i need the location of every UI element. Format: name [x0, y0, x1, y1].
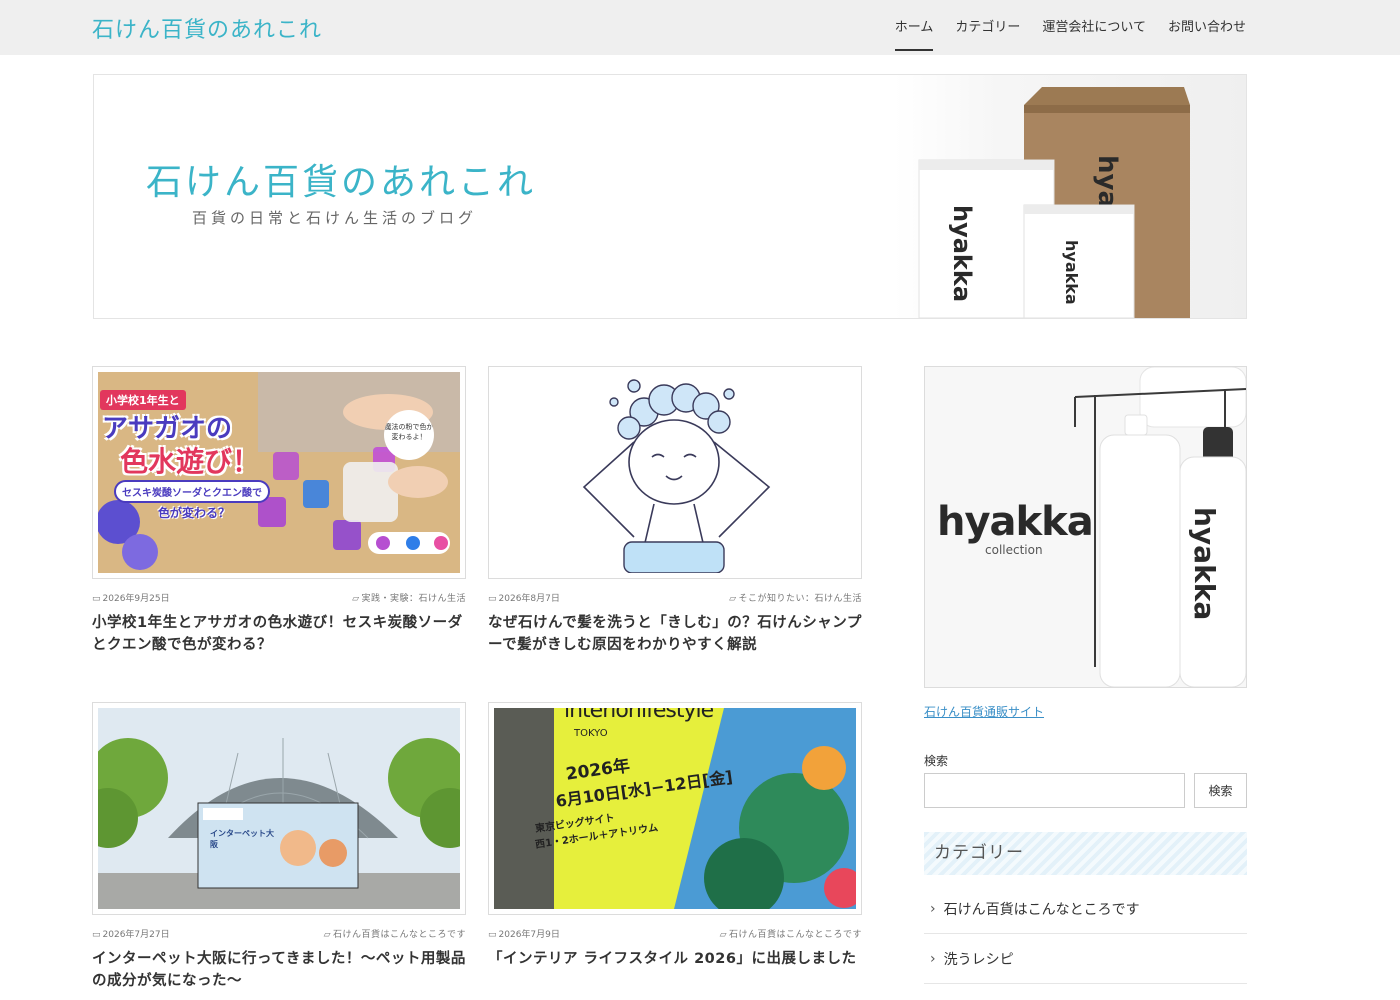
- hero-product-image: hyakka hyakka hyakka: [894, 75, 1246, 318]
- post-thumbnail[interactable]: インターペット大阪: [92, 702, 466, 915]
- event-photo: [98, 708, 460, 909]
- post-meta: ▭ 2026年8月7日 ▱ そこが知りたい：石けん生活: [488, 591, 862, 605]
- search-input[interactable]: [924, 773, 1185, 808]
- post-date: ▭ 2026年8月7日: [488, 594, 560, 604]
- post-meta: ▭ 2026年9月25日 ▱ 実践・実験：石けん生活: [92, 591, 466, 605]
- site-title-link[interactable]: 石けん百貨のあれこれ: [92, 12, 322, 44]
- post-date: ▭ 2026年7月9日: [488, 930, 560, 940]
- calendar-icon: ▭: [488, 930, 497, 940]
- hero-bag-brand-left: hyakka: [948, 205, 976, 302]
- category-item[interactable]: › 洗うレシピ: [924, 934, 1247, 984]
- main-nav: ホーム カテゴリー 運営会社について お問い合わせ: [873, 0, 1246, 55]
- post-date: ▭ 2026年7月27日: [92, 930, 170, 940]
- post-meta: ▭ 2026年7月9日 ▱ 石けん百貨はこんなところです: [488, 927, 862, 941]
- calendar-icon: ▭: [92, 930, 101, 940]
- thumb-sub-text-2: 色が変わる？: [158, 506, 231, 520]
- category-heading: カテゴリー: [924, 832, 1247, 875]
- chevron-right-icon: ›: [930, 900, 936, 917]
- shop-site-link[interactable]: 石けん百貨通販サイト: [924, 703, 1044, 720]
- hero-bag-brand-right: hyakka: [1062, 240, 1081, 305]
- post-thumbnail[interactable]: interiorlifestyle TOKYO 2026年 6月10日[水]−1…: [488, 702, 862, 915]
- folder-icon: ▱: [323, 930, 331, 940]
- nav-about-company[interactable]: 運営会社について: [1042, 0, 1146, 55]
- post-title[interactable]: なぜ石けんで髪を洗うと「きしむ」の？石けんシャンプーで髪がきしむ原因をわかりやす…: [488, 612, 862, 656]
- banner-brand-text: hyakka: [937, 499, 1094, 545]
- banner-sub-text: collection: [985, 543, 1043, 557]
- folder-icon: ▱: [719, 930, 727, 940]
- calendar-icon: ▭: [92, 594, 101, 604]
- post-title[interactable]: インターペット大阪に行ってきました！〜ペット用製品の成分が気になった〜: [92, 948, 466, 992]
- hero-banner: 石けん百貨のあれこれ 百貨の日常と石けん生活のブログ hyakka hyakka…: [93, 74, 1247, 319]
- poster-city: TOKYO: [574, 728, 608, 739]
- exhibition-poster: [494, 708, 856, 909]
- nav-contact[interactable]: お問い合わせ: [1168, 0, 1246, 55]
- poster-brand: interiorlifestyle: [564, 708, 714, 723]
- thumb-speech-bubble: 魔法の粉で色が変わるよ！: [384, 410, 434, 460]
- post-meta: ▭ 2026年7月27日 ▱ 石けん百貨はこんなところです: [92, 927, 466, 941]
- calendar-icon: ▭: [488, 594, 497, 604]
- search-label: 検索: [924, 754, 949, 768]
- thumb-main-text-2: 色水遊び！: [120, 445, 261, 478]
- search-button[interactable]: 検索: [1194, 773, 1247, 808]
- hero-subtitle: 百貨の日常と石けん生活のブログ: [192, 209, 478, 227]
- post-thumbnail[interactable]: 小学校1年生と アサガオの 色水遊び！ セスキ炭酸ソーダとクエン酸で 色が変わる…: [92, 366, 466, 579]
- hero-title: 石けん百貨のあれこれ: [146, 162, 537, 203]
- category-list: › 石けん百貨はこんなところです › 洗うレシピ: [924, 884, 1247, 984]
- nav-category[interactable]: カテゴリー: [955, 0, 1020, 55]
- category-item[interactable]: › 石けん百貨はこんなところです: [924, 884, 1247, 934]
- post-category[interactable]: ▱ 実践・実験：石けん生活: [352, 591, 466, 604]
- bottle-brand-text: hyakka: [1188, 507, 1221, 621]
- sidebar-shop-banner[interactable]: hyakka collection hyakka: [924, 366, 1247, 688]
- thumb-tag-label: 小学校1年生と: [100, 390, 186, 410]
- thumb-sub-text-1: セスキ炭酸ソーダとクエン酸で: [114, 480, 270, 503]
- chevron-right-icon: ›: [930, 950, 936, 967]
- post-category[interactable]: ▱ 石けん百貨はこんなところです: [324, 927, 466, 940]
- post-category[interactable]: ▱ そこが知りたい：石けん生活: [729, 591, 862, 604]
- folder-icon: ▱: [729, 594, 737, 604]
- post-category[interactable]: ▱ 石けん百貨はこんなところです: [720, 927, 862, 940]
- post-date: ▭ 2026年9月25日: [92, 594, 170, 604]
- thumb-signboard-text: インターペット大阪: [210, 829, 274, 849]
- nav-home[interactable]: ホーム: [894, 0, 933, 55]
- post-title[interactable]: 「インテリア ライフスタイル 2026」に出展しました: [488, 948, 862, 970]
- post-thumbnail[interactable]: [488, 366, 862, 579]
- shampoo-illustration: [582, 379, 771, 573]
- post-title[interactable]: 小学校1年生とアサガオの色水遊び！セスキ炭酸ソーダとクエン酸で色が変わる？: [92, 612, 466, 656]
- folder-icon: ▱: [352, 594, 360, 604]
- site-header: 石けん百貨のあれこれ ホーム カテゴリー 運営会社について お問い合わせ: [0, 0, 1400, 55]
